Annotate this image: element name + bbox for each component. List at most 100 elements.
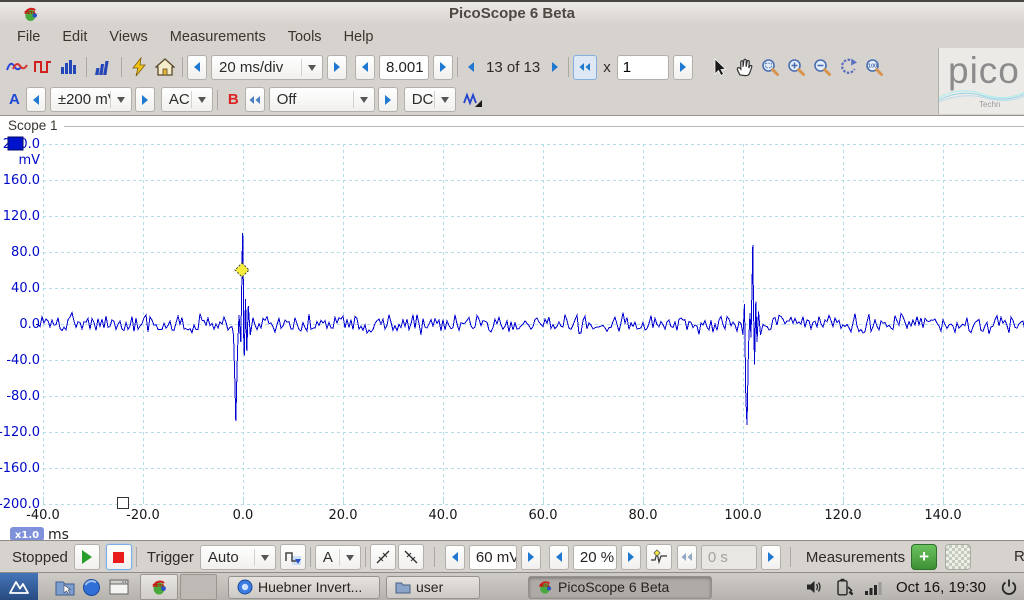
falling-edge-button[interactable]: [398, 544, 424, 570]
rising-edge-button[interactable]: [370, 544, 396, 570]
axis-scale-handle[interactable]: [118, 498, 129, 509]
channel-a-coupling-select[interactable]: AC: [161, 87, 213, 112]
samples-decrease-button[interactable]: [355, 55, 375, 80]
main-toolbar: 20 ms/div 8.001 kS 13 of 13 x: [0, 50, 1024, 84]
probe-settings-icon[interactable]: [460, 86, 486, 113]
folder-icon: [395, 580, 411, 594]
pretrigger-up-button[interactable]: [621, 545, 641, 570]
scope-view-icon[interactable]: [4, 54, 30, 81]
channel-b-coupling-select[interactable]: DC: [404, 87, 456, 112]
buffer-next-button[interactable]: [546, 55, 564, 80]
zoom-out-full-button[interactable]: [573, 55, 597, 80]
zoom-out-tool-icon[interactable]: [809, 54, 835, 81]
power-icon[interactable]: [1000, 578, 1018, 596]
trigger-source-select[interactable]: A: [315, 545, 361, 570]
taskbar-window-user[interactable]: user: [386, 576, 480, 599]
file-manager-launcher[interactable]: [52, 575, 77, 599]
channel-a-range-up-button[interactable]: [135, 87, 155, 112]
zoom-100-icon[interactable]: 100: [861, 54, 887, 81]
channel-b-range-select[interactable]: Off: [269, 87, 375, 112]
marquee-zoom-tool-icon[interactable]: [757, 54, 783, 81]
auto-setup-icon[interactable]: [126, 54, 152, 81]
picoscope-beta-icon: BETA: [150, 578, 168, 596]
trigger-delay-up-button[interactable]: [761, 545, 781, 570]
chevron-down-icon: [360, 97, 368, 107]
persistence-mode-icon[interactable]: [91, 54, 117, 81]
battery-icon[interactable]: [834, 578, 854, 596]
menu-measurements[interactable]: Measurements: [159, 25, 277, 50]
svg-text:-20.0: -20.0: [126, 508, 160, 523]
picoscope-launcher[interactable]: BETA: [140, 574, 178, 600]
timebase-next-button[interactable]: [327, 55, 347, 80]
pointer-tool-icon[interactable]: [705, 54, 731, 81]
pretrigger-field[interactable]: 20 %: [573, 545, 617, 570]
square-wave-view-icon[interactable]: [30, 54, 56, 81]
menu-tools[interactable]: Tools: [277, 25, 333, 50]
samples-field[interactable]: 8.001 kS: [379, 55, 429, 80]
toolbar-separator: [365, 547, 366, 567]
toolbar-separator: [121, 57, 122, 77]
trigger-label: Trigger: [141, 549, 200, 566]
channel-b-range-down-button[interactable]: [245, 87, 265, 112]
menu-file[interactable]: File: [6, 25, 51, 50]
measurements-label: Measurements: [800, 549, 911, 566]
channel-a-label[interactable]: A: [3, 91, 26, 108]
trigger-level-field[interactable]: 60 mV: [469, 545, 517, 570]
trigger-level-down-button[interactable]: [445, 545, 465, 570]
menu-help[interactable]: Help: [333, 25, 385, 50]
toolbar-separator: [790, 547, 791, 567]
timebase-select[interactable]: 20 ms/div: [211, 55, 323, 80]
trigger-mode-select[interactable]: Auto: [200, 545, 276, 570]
channel-a-axis-marker[interactable]: [8, 137, 23, 150]
zoom-increase-button[interactable]: [673, 55, 693, 80]
buffer-prev-button[interactable]: [462, 55, 480, 80]
chevron-down-icon: [308, 65, 316, 75]
svg-text:BETA: BETA: [153, 583, 166, 588]
hand-pan-tool-icon[interactable]: [731, 54, 757, 81]
toolbar-separator: [182, 57, 183, 77]
taskbar-window-huebner[interactable]: Huebner Invert...: [228, 576, 380, 599]
channel-a-range-select[interactable]: ±200 mV: [50, 87, 132, 112]
menu-bar: File Edit Views Measurements Tools Help: [0, 25, 1024, 50]
channel-b-range-up-button[interactable]: [378, 87, 398, 112]
advanced-trigger-button[interactable]: [280, 544, 306, 570]
trigger-marker-button[interactable]: [646, 544, 672, 570]
volume-icon[interactable]: [806, 578, 824, 596]
svg-text:120.0: 120.0: [824, 508, 861, 523]
samples-increase-button[interactable]: [433, 55, 453, 80]
undo-zoom-icon[interactable]: [835, 54, 861, 81]
browser-launcher[interactable]: [79, 575, 104, 599]
trigger-marker-diamond[interactable]: [235, 263, 249, 277]
channel-b-label[interactable]: B: [222, 91, 245, 108]
network-signal-icon[interactable]: [864, 579, 882, 596]
taskbar-window-picoscope[interactable]: BETA PicoScope 6 Beta: [528, 576, 712, 599]
pretrigger-down-button[interactable]: [549, 545, 569, 570]
trigger-level-up-button[interactable]: [521, 545, 541, 570]
svg-text:-80.0: -80.0: [6, 389, 40, 404]
scope-plot[interactable]: 200.0160.0120.080.040.00.0-40.0-80.0-120…: [0, 116, 1024, 541]
title-bar[interactable]: BETA PicoScope 6 Beta: [0, 2, 1024, 25]
add-measurement-button[interactable]: +: [911, 544, 937, 570]
start-menu-button[interactable]: [0, 573, 38, 600]
terminal-launcher[interactable]: [106, 575, 131, 599]
toolbar-separator: [568, 57, 569, 77]
spectrum-view-icon[interactable]: [56, 54, 82, 81]
zoom-factor-input[interactable]: [617, 55, 669, 80]
scope-tab-label[interactable]: Scope 1: [8, 118, 58, 133]
buffer-position: 13 of 13: [480, 59, 546, 76]
stop-capture-button[interactable]: [106, 544, 132, 570]
stop-icon: [113, 552, 124, 563]
empty-window-button[interactable]: [180, 574, 217, 600]
channel-a-range-down-button[interactable]: [26, 87, 46, 112]
menu-views[interactable]: Views: [98, 25, 158, 50]
svg-text:-40.0: -40.0: [6, 353, 40, 368]
timebase-prev-button[interactable]: [187, 55, 207, 80]
zoom-in-tool-icon[interactable]: [783, 54, 809, 81]
svg-text:mV: mV: [18, 153, 40, 168]
chevron-down-icon: [198, 97, 206, 107]
menu-edit[interactable]: Edit: [51, 25, 98, 50]
clock[interactable]: Oct 16, 19:30: [896, 579, 986, 596]
trigger-delay-down-button[interactable]: [677, 545, 697, 570]
home-icon[interactable]: [152, 54, 178, 81]
start-capture-button[interactable]: [74, 544, 100, 570]
